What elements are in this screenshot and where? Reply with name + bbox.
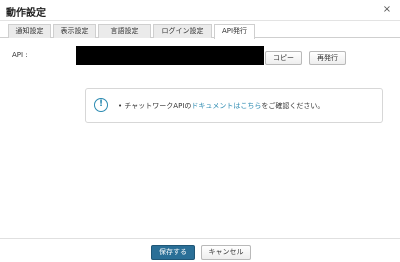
dialog-footer xyxy=(0,238,400,262)
documentation-link[interactable]: ドキュメントはこちら xyxy=(191,102,261,110)
tab-api-issue[interactable]: API発行 xyxy=(214,24,255,39)
settings-tabs: 通知設定 表示設定 言語設定 ログイン設定 API発行 xyxy=(0,21,400,39)
notice-bullet: • xyxy=(118,102,123,110)
reissue-button[interactable]: 再発行 xyxy=(309,51,346,65)
cancel-button[interactable]: キャンセル xyxy=(201,245,251,260)
dialog-title: 動作設定 xyxy=(6,8,46,19)
api-token-field[interactable] xyxy=(76,46,264,65)
settings-dialog: 動作設定 × 通知設定 表示設定 言語設定 ログイン設定 API発行 API :… xyxy=(0,0,400,262)
tab-login[interactable]: ログイン設定 xyxy=(153,24,212,38)
notice-text-after: をご確認ください。 xyxy=(261,102,325,110)
info-icon: ! xyxy=(94,98,108,112)
api-label: API : xyxy=(12,51,28,59)
close-icon[interactable]: × xyxy=(381,4,393,16)
notice-text-before: チャットワークAPIの xyxy=(124,102,192,110)
tab-notification[interactable]: 通知設定 xyxy=(8,24,51,38)
save-button[interactable]: 保存する xyxy=(151,245,195,260)
copy-button[interactable]: コピー xyxy=(265,51,302,65)
api-notice-box: ! • チャットワークAPIのドキュメントはこちらをご確認ください。 xyxy=(85,88,383,123)
tab-display[interactable]: 表示設定 xyxy=(53,24,96,38)
dialog-title-bar: 動作設定 × xyxy=(0,0,400,21)
notice-text: • チャットワークAPIのドキュメントはこちらをご確認ください。 xyxy=(118,101,324,111)
tab-language[interactable]: 言語設定 xyxy=(98,24,151,38)
